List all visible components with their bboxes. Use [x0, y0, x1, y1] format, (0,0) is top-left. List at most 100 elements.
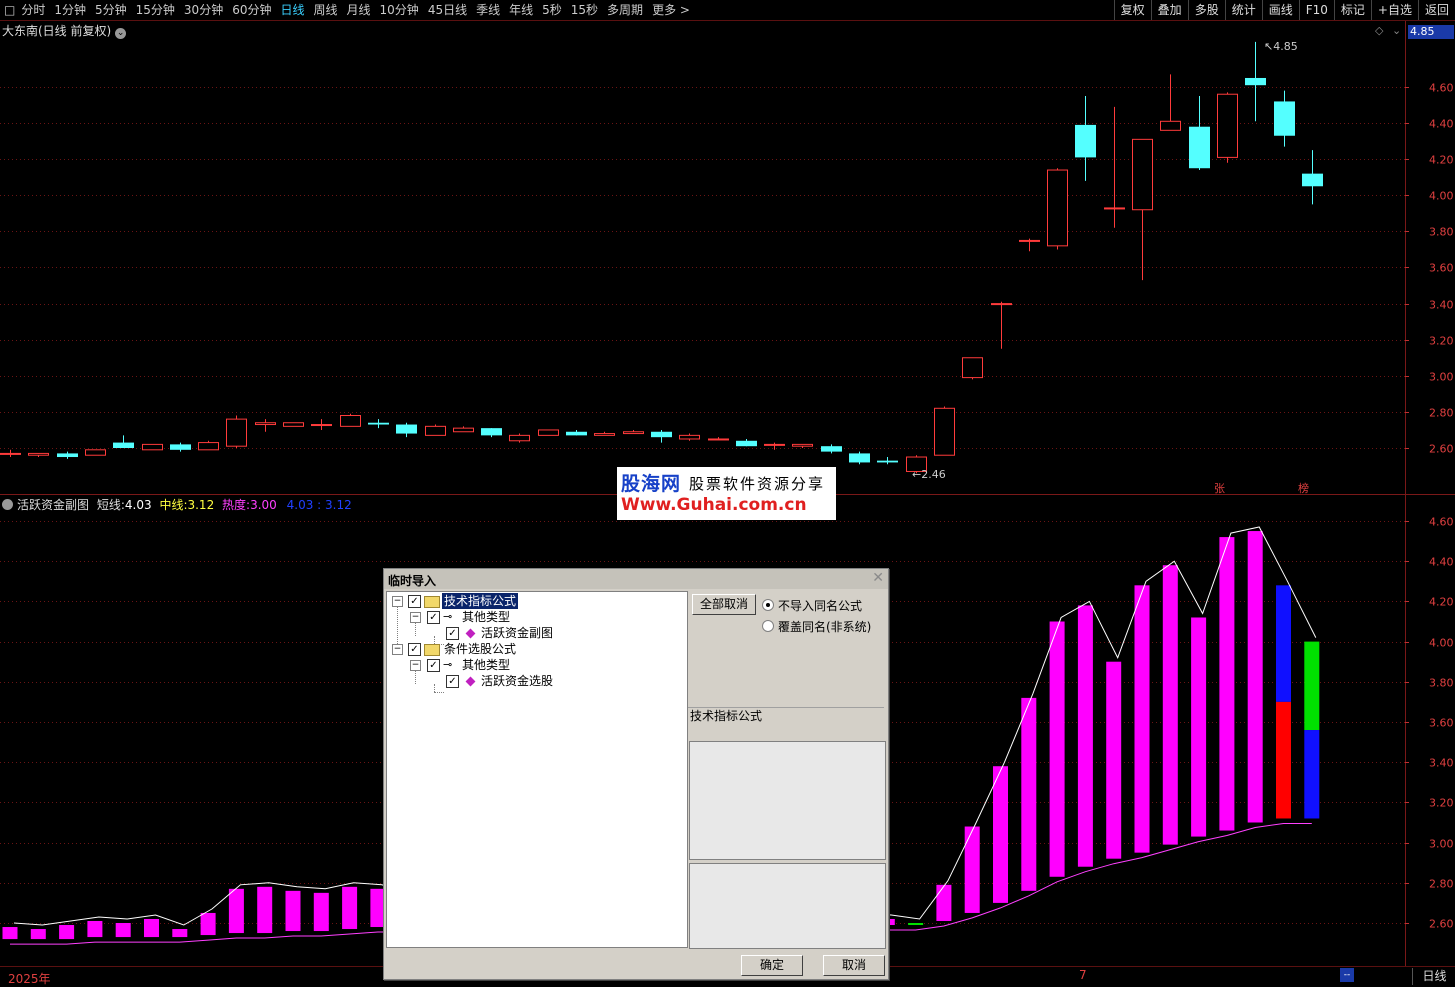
activity-bar [228, 888, 244, 934]
stock-title: 大东南(日线 前复权) [2, 24, 112, 38]
candle-body-up [1132, 138, 1153, 211]
tool-button-5[interactable]: F10 [1298, 0, 1334, 20]
period-tab-15[interactable]: 多周期 [607, 2, 643, 18]
collapse-icon[interactable]: − [410, 660, 421, 671]
candle-body-up [991, 303, 1012, 306]
checkbox-checked-icon[interactable]: ✓ [427, 659, 440, 672]
period-tab-14[interactable]: 15秒 [571, 2, 598, 18]
short-line-value: 4.03 [124, 498, 152, 512]
period-tab-6[interactable]: 日线 [280, 2, 304, 18]
ok-button[interactable]: 确定 [741, 955, 803, 976]
candle-body-up [764, 443, 785, 446]
sub-tick-label: 4.00 [1429, 637, 1454, 650]
chevron-down-icon[interactable]: ⌄ [115, 28, 127, 39]
key-icon: ⊸ [443, 610, 453, 623]
checkbox-checked-icon[interactable]: ✓ [446, 627, 459, 640]
activity-bar [908, 923, 924, 926]
deselect-all-button[interactable]: 全部取消 [692, 594, 756, 615]
period-tab-0[interactable]: 分时 [21, 2, 45, 18]
sub-tick-label: 4.20 [1429, 596, 1454, 609]
period-tab-13[interactable]: 5秒 [542, 2, 562, 18]
activity-bar [30, 929, 46, 940]
candle-body-up [1160, 120, 1181, 131]
main-chart-title: 大东南(日线 前复权) ⌄ [2, 22, 127, 39]
candle-body-up [28, 452, 49, 456]
heat-label: 热度: [222, 498, 251, 512]
menu-square-icon[interactable]: □ [4, 2, 15, 18]
period-tab-5[interactable]: 60分钟 [232, 2, 271, 18]
collapse-icon[interactable]: − [392, 596, 403, 607]
checkbox-checked-icon[interactable]: ✓ [427, 611, 440, 624]
period-tab-2[interactable]: 5分钟 [95, 2, 127, 18]
candle-body-up [679, 434, 700, 440]
import-dialog: 临时导入 ✕ − ✓ 技术指标公式 − ✓ ⊸ 其他类型 ✓ 活跃资金副图 − [383, 568, 889, 980]
period-indicator[interactable]: 日线 [1412, 968, 1455, 985]
tool-button-3[interactable]: 统计 [1224, 0, 1262, 20]
period-tab-9[interactable]: 10分钟 [380, 2, 419, 18]
sub-tick-label: 3.80 [1429, 677, 1454, 690]
sub-tick-label: 3.00 [1429, 838, 1454, 851]
logo-slogan: 股票软件资源分享 [689, 475, 826, 493]
limit-up-marker[interactable]: 张 [1214, 480, 1225, 496]
candle-body-down [396, 424, 417, 434]
tool-button-7[interactable]: +自选 [1370, 0, 1418, 20]
sub-tick-label: 3.20 [1429, 797, 1454, 810]
cancel-button[interactable]: 取消 [823, 955, 885, 976]
period-tab-4[interactable]: 30分钟 [184, 2, 223, 18]
checkbox-checked-icon[interactable]: ✓ [408, 643, 421, 656]
period-tab-8[interactable]: 月线 [347, 2, 371, 18]
folder-icon [424, 644, 440, 656]
period-tab-16[interactable]: 更多 > [652, 2, 690, 18]
period-tab-1[interactable]: 1分钟 [54, 2, 86, 18]
indicator-menu-icon[interactable] [2, 499, 13, 510]
high-price-arrow-icon: ↖ [1264, 40, 1274, 53]
tree-connector [434, 692, 444, 693]
period-tab-7[interactable]: 周线 [314, 2, 338, 18]
dialog-titlebar[interactable]: 临时导入 ✕ [384, 569, 888, 589]
activity-bar [144, 918, 159, 938]
checkbox-checked-icon[interactable]: ✓ [408, 595, 421, 608]
tree-node-label: 条件选股公式 [444, 642, 517, 656]
tree-node-condition-formula[interactable]: − ✓ 条件选股公式 [387, 641, 685, 657]
tool-button-1[interactable]: 叠加 [1150, 0, 1188, 20]
tree-node-condition-other[interactable]: − ✓ ⊸ 其他类型 [387, 657, 685, 673]
tree-node-tech-formula[interactable]: − ✓ 技术指标公式 [387, 593, 685, 609]
tool-button-4[interactable]: 画线 [1261, 0, 1299, 20]
tool-button-6[interactable]: 标记 [1333, 0, 1371, 20]
key-icon: ⊸ [443, 658, 453, 671]
radio-overwrite[interactable] [762, 620, 774, 632]
candle-body-up [708, 438, 729, 441]
period-tab-11[interactable]: 季线 [476, 2, 500, 18]
activity-bar [285, 890, 301, 932]
period-tab-12[interactable]: 年线 [509, 2, 533, 18]
period-tab-3[interactable]: 15分钟 [136, 2, 175, 18]
tool-button-8[interactable]: 返回 [1417, 0, 1455, 20]
activity-bar [313, 892, 329, 932]
tree-node-activity-selector[interactable]: ✓ 活跃资金选股 [387, 673, 685, 689]
tool-button-0[interactable]: 复权 [1113, 0, 1151, 20]
ranking-marker[interactable]: 榜 [1298, 480, 1309, 496]
tree-node-activity-indicator[interactable]: ✓ 活跃资金副图 [387, 625, 685, 641]
collapse-icon[interactable]: − [410, 612, 421, 623]
formula-tree[interactable]: − ✓ 技术指标公式 − ✓ ⊸ 其他类型 ✓ 活跃资金副图 − ✓ 条件选股公… [386, 591, 688, 948]
period-toolbar: □ 分时 1分钟 5分钟 15分钟 30分钟 60分钟 日线 周线 月线 10分钟 45日线 季线 年线 5… [0, 0, 1455, 21]
mid-line-label: 中线: [159, 498, 188, 512]
tree-node-label: 其他类型 [462, 658, 511, 672]
scroll-nav-button[interactable]: -- [1340, 968, 1354, 982]
low-price-label: ←2.46 [912, 468, 946, 481]
price-tick-label: 4.00 [1429, 190, 1454, 203]
tree-node-tech-other[interactable]: − ✓ ⊸ 其他类型 [387, 609, 685, 625]
period-tab-10[interactable]: 45日线 [428, 2, 467, 18]
candle-body-up [1217, 93, 1238, 158]
collapse-icon[interactable]: − [392, 644, 403, 655]
price-tick-label: 4.40 [1429, 118, 1454, 131]
candle-body-up [255, 422, 276, 426]
candle-body-up [792, 443, 813, 447]
checkbox-checked-icon[interactable]: ✓ [446, 675, 459, 688]
tool-buttons: 复权 叠加 多股 统计 画线 F10 标记 +自选 返回 [1113, 0, 1455, 20]
chevron-down-icon[interactable]: ⌄ [1392, 24, 1401, 37]
radio-skip-duplicate[interactable] [762, 599, 774, 611]
close-icon[interactable]: ✕ [872, 570, 884, 586]
diamond-icon[interactable]: ◇ [1375, 24, 1383, 37]
tool-button-2[interactable]: 多股 [1187, 0, 1225, 20]
